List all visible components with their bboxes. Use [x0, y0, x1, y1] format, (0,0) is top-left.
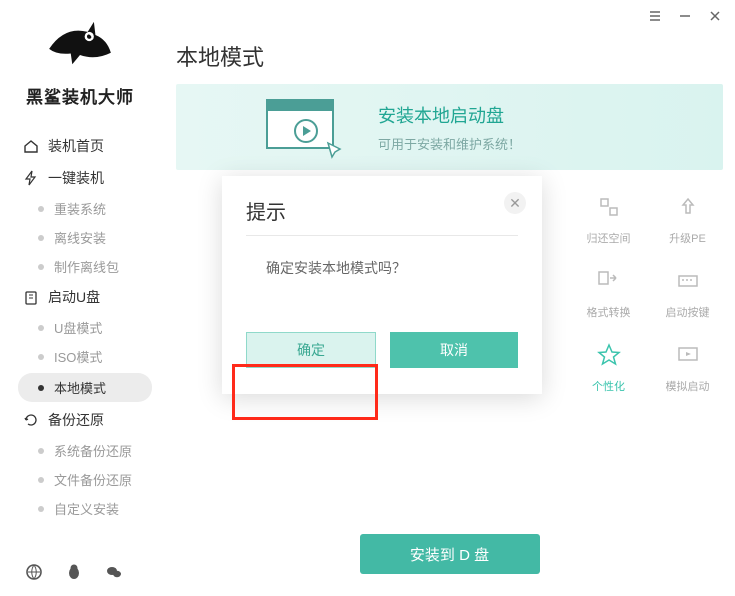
nav-item-label: 文件备份还原 [54, 470, 132, 489]
star-icon [592, 338, 626, 372]
play-icon [294, 119, 318, 143]
nav: 装机首页 一键装机 重装系统 离线安装 制作离线包 启动U盘 U盘模式 ISO模… [0, 130, 160, 523]
page-title: 本地模式 [176, 40, 723, 72]
dot-icon [38, 354, 44, 360]
tool-label: 升级PE [669, 230, 706, 246]
dialog-close-icon[interactable]: ✕ [504, 192, 526, 214]
dot-icon [38, 477, 44, 483]
banner-illustration [260, 97, 350, 157]
upgrade-icon [671, 190, 705, 224]
dot-icon [38, 206, 44, 212]
keyboard-icon [671, 264, 705, 298]
nav-item-reinstall[interactable]: 重装系统 [0, 194, 160, 223]
nav-item-label: 本地模式 [54, 378, 106, 397]
dialog-buttons: 确定 取消 [246, 332, 518, 368]
nav-item-label: U盘模式 [54, 318, 102, 337]
nav-item-offline[interactable]: 离线安装 [0, 223, 160, 252]
confirm-dialog: ✕ 提示 确定安装本地模式吗？ 确定 取消 [222, 176, 542, 394]
nav-item-label: ISO模式 [54, 347, 102, 366]
sidebar: 黑鲨装机大师 装机首页 一键装机 重装系统 离线安装 制作离线包 启动U盘 U盘… [0, 0, 160, 596]
tool-grid: 归还空间 升级PE 格式转换 启动按键 个性化 模拟启动 [573, 190, 723, 394]
tool-return-space[interactable]: 归还空间 [573, 190, 644, 246]
nav-item-usbmode[interactable]: U盘模式 [0, 313, 160, 342]
tool-personalize[interactable]: 个性化 [573, 338, 644, 394]
minimize-icon[interactable] [677, 8, 693, 24]
nav-group-onekey[interactable]: 一键装机 [0, 162, 160, 194]
ie-icon[interactable] [24, 562, 44, 582]
close-icon[interactable] [707, 8, 723, 24]
dot-icon [38, 235, 44, 241]
tool-label: 个性化 [592, 378, 625, 394]
window-controls [647, 8, 723, 24]
sidebar-footer [24, 562, 124, 582]
nav-item-sysbackup[interactable]: 系统备份还原 [0, 436, 160, 465]
dot-icon [38, 448, 44, 454]
nav-item-filebackup[interactable]: 文件备份还原 [0, 465, 160, 494]
nav-group-backup[interactable]: 备份还原 [0, 404, 160, 436]
nav-group-label: 一键装机 [48, 168, 104, 188]
shark-logo-icon [40, 18, 120, 72]
nav-item-label: 系统备份还原 [54, 441, 132, 460]
dot-icon [38, 325, 44, 331]
logo-area: 黑鲨装机大师 [0, 18, 160, 108]
dialog-title: 提示 [246, 196, 518, 236]
cancel-button[interactable]: 取消 [390, 332, 518, 368]
lightning-icon [22, 169, 40, 187]
nav-item-label: 制作离线包 [54, 257, 119, 276]
usb-icon [22, 288, 40, 306]
tool-simulate-boot[interactable]: 模拟启动 [652, 338, 723, 394]
return-space-icon [592, 190, 626, 224]
banner-title: 安装本地启动盘 [378, 102, 521, 128]
tool-label: 归还空间 [587, 230, 631, 246]
tool-label: 格式转换 [587, 304, 631, 320]
nav-item-localmode[interactable]: 本地模式 [18, 373, 152, 402]
cursor-icon [326, 141, 346, 163]
tool-boot-key[interactable]: 启动按键 [652, 264, 723, 320]
nav-item-label: 重装系统 [54, 199, 106, 218]
qq-icon[interactable] [64, 562, 84, 582]
tool-format-convert[interactable]: 格式转换 [573, 264, 644, 320]
nav-item-offlinepkg[interactable]: 制作离线包 [0, 252, 160, 281]
banner: 安装本地启动盘 可用于安装和维护系统！ [176, 84, 723, 170]
nav-item-label: 离线安装 [54, 228, 106, 247]
nav-item-custom[interactable]: 自定义安装 [0, 494, 160, 523]
backup-icon [22, 411, 40, 429]
menu-icon[interactable] [647, 8, 663, 24]
dot-icon [38, 264, 44, 270]
banner-subtitle: 可用于安装和维护系统！ [378, 134, 521, 153]
tool-label: 模拟启动 [666, 378, 710, 394]
dot-icon [38, 506, 44, 512]
tool-label: 启动按键 [666, 304, 710, 320]
dot-icon [38, 385, 44, 391]
nav-item-isomode[interactable]: ISO模式 [0, 342, 160, 371]
ok-button[interactable]: 确定 [246, 332, 376, 368]
dialog-message: 确定安装本地模式吗？ [246, 258, 518, 278]
wechat-icon[interactable] [104, 562, 124, 582]
nav-item-label: 自定义安装 [54, 499, 119, 518]
nav-group-usb[interactable]: 启动U盘 [0, 281, 160, 313]
install-button[interactable]: 安装到 D 盘 [360, 534, 540, 574]
app-title: 黑鲨装机大师 [0, 83, 160, 108]
monitor-play-icon [671, 338, 705, 372]
nav-group-label: 启动U盘 [48, 287, 100, 307]
nav-group-label: 装机首页 [48, 136, 104, 156]
nav-group-label: 备份还原 [48, 410, 104, 430]
home-icon [22, 137, 40, 155]
tool-upgrade-pe[interactable]: 升级PE [652, 190, 723, 246]
nav-group-home[interactable]: 装机首页 [0, 130, 160, 162]
convert-icon [592, 264, 626, 298]
